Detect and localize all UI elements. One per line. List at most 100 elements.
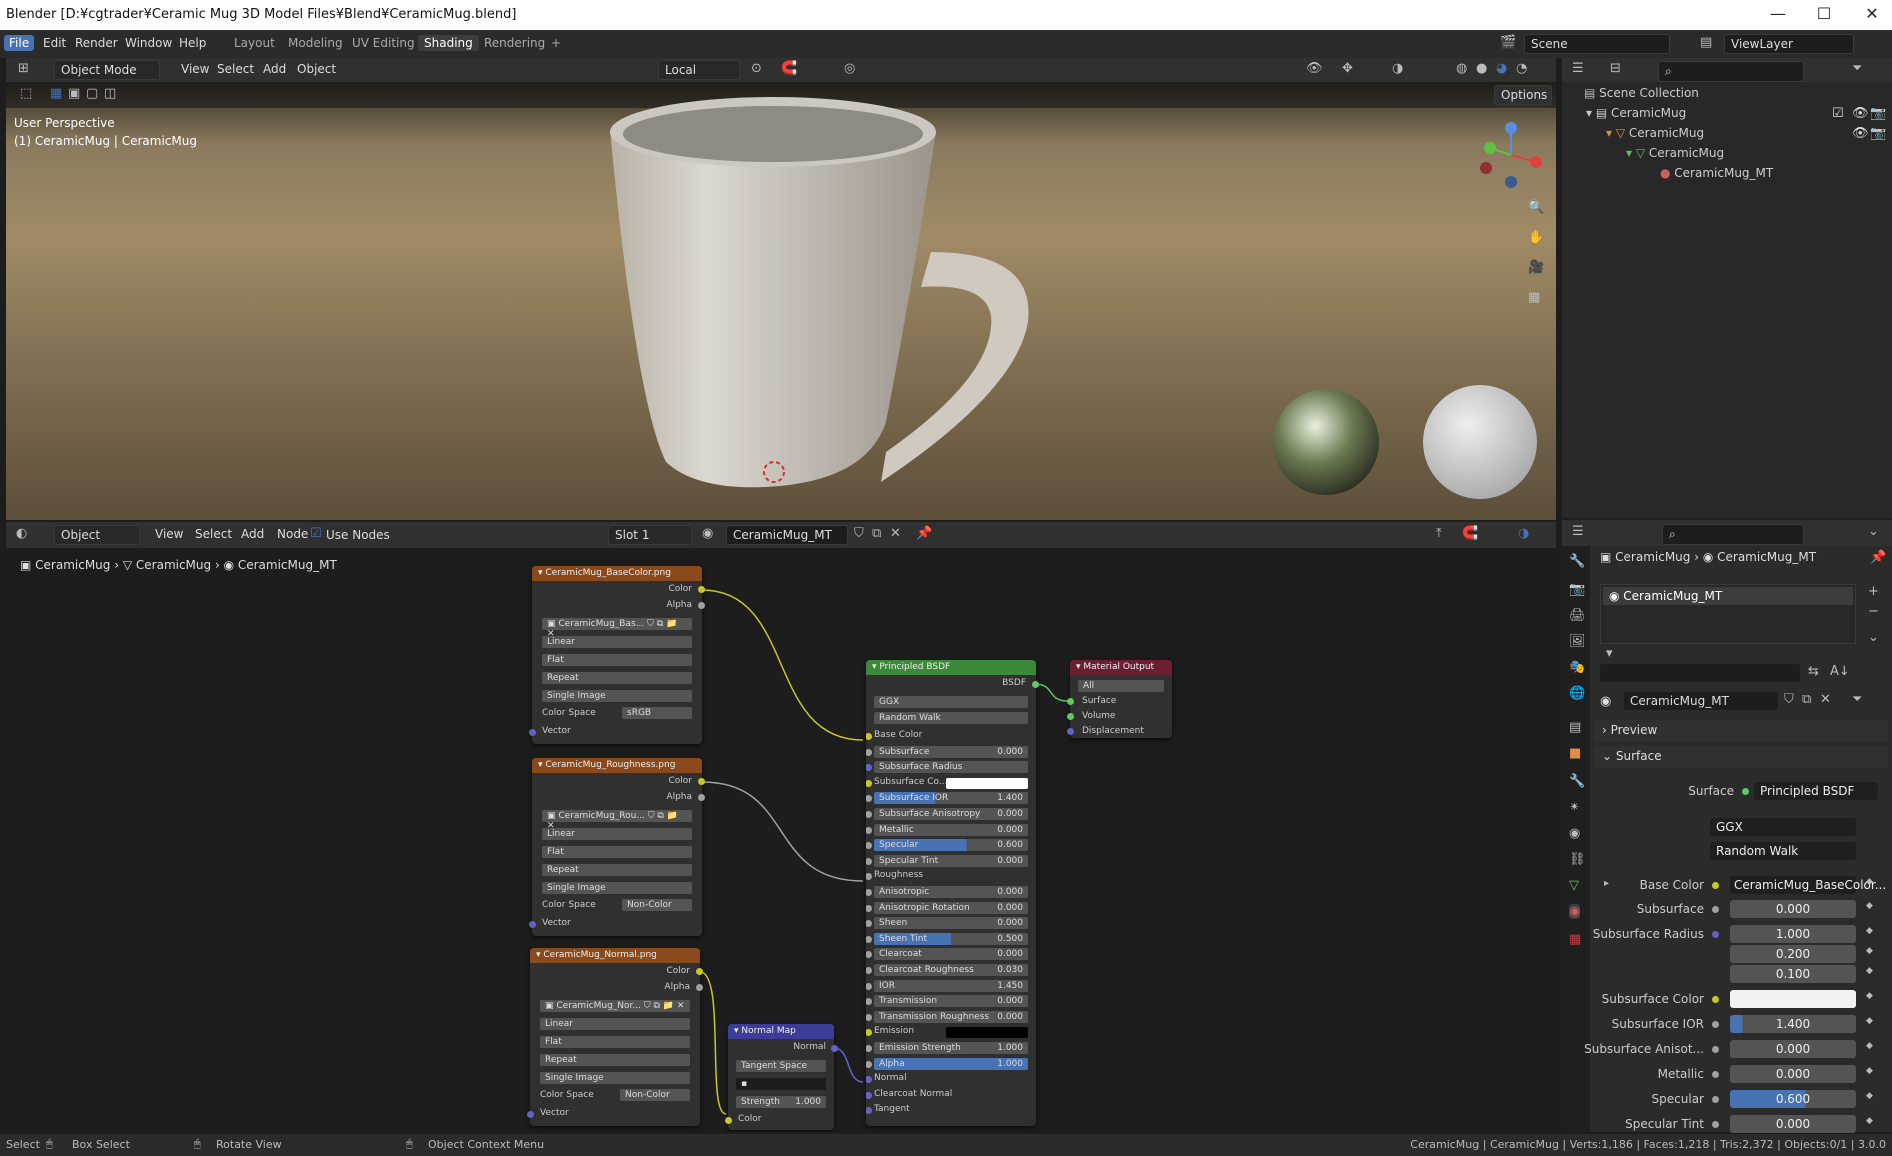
pin-icon[interactable]: 📌	[916, 526, 932, 541]
bsdf-field[interactable]: Alpha 1.000	[874, 1057, 1028, 1070]
socket[interactable]	[831, 1045, 838, 1052]
keyframe-icon[interactable]: ◆	[1866, 946, 1873, 956]
duplicate-icon[interactable]: ⧉	[1802, 692, 1811, 707]
browse-nodes-icon[interactable]: ⏷	[1852, 692, 1862, 707]
menu-window[interactable]: Window	[120, 35, 177, 51]
bsdf-field[interactable]: Emission Strength 1.000	[874, 1042, 1028, 1054]
source-dropdown[interactable]: Single Image	[542, 690, 692, 702]
world-tab-icon[interactable]: 🌐	[1569, 686, 1585, 701]
projection-dropdown[interactable]: Flat	[540, 1036, 690, 1048]
bsdf-field[interactable]: Anisotropic Rotation 0.000	[874, 901, 1028, 914]
keyframe-icon[interactable]: ◆	[1866, 877, 1873, 887]
bsdf-input-row[interactable]: Emission	[866, 1026, 1036, 1039]
socket[interactable]	[866, 1029, 872, 1037]
bsdf-field[interactable]: Subsurface 0.000	[874, 745, 1028, 758]
bsdf-input-row[interactable]: Clearcoat Roughness 0.030	[866, 964, 1036, 977]
node-menu-add[interactable]: Add	[236, 526, 269, 542]
property-field[interactable]: 0.000	[1730, 1115, 1856, 1133]
node-snap-icon[interactable]: 🧲	[1462, 526, 1478, 541]
socket[interactable]	[866, 889, 872, 896]
color-swatch[interactable]	[946, 1027, 1028, 1039]
socket[interactable]	[698, 778, 705, 785]
parent-node-icon[interactable]: ⤒	[1436, 526, 1442, 541]
socket-dot[interactable]	[1712, 931, 1719, 938]
bsdf-field[interactable]: Sheen 0.000	[874, 917, 1028, 930]
socket[interactable]	[1067, 728, 1074, 735]
bsdf-field[interactable]: Sheen Tint 0.500	[874, 932, 1028, 945]
image-texture-node-roughness[interactable]: ▾ CeramicMug_Roughness.png Color Alpha ▣…	[532, 758, 702, 936]
image-texture-node-basecolor[interactable]: ▾ CeramicMug_BaseColor.png Color Alpha ▣…	[532, 566, 702, 744]
bsdf-input-row[interactable]: Clearcoat 0.000	[866, 948, 1036, 961]
socket[interactable]	[866, 904, 872, 912]
bsdf-input-row[interactable]: Alpha 1.000	[866, 1057, 1036, 1071]
source-dropdown[interactable]: Single Image	[540, 1072, 690, 1084]
socket[interactable]	[1032, 681, 1039, 688]
maximize-button[interactable]: ☐	[1804, 4, 1844, 23]
display-mode-icon[interactable]: ⊟	[1610, 61, 1621, 76]
subsurface-method-dropdown[interactable]: Random Walk	[874, 712, 1028, 724]
material-tab-icon[interactable]: ◉	[1569, 904, 1581, 919]
socket[interactable]	[1067, 713, 1074, 720]
bsdf-input-row[interactable]: Base Color	[866, 730, 1036, 743]
properties-editor-icon[interactable]: ☰	[1572, 524, 1584, 539]
bsdf-input-row[interactable]: IOR 1.450	[866, 979, 1036, 993]
node-menu-view[interactable]: View	[150, 526, 188, 542]
bsdf-input-row[interactable]: Subsurface Anisotropy 0.000	[866, 808, 1036, 821]
socket[interactable]	[866, 764, 872, 772]
scene-collection-row[interactable]: ▤ Scene Collection	[1584, 86, 1699, 100]
camera-icon[interactable]: 📷	[1870, 126, 1886, 141]
node-overlay-icon[interactable]: ◑	[1518, 526, 1529, 541]
material-shading-icon[interactable]: ◕	[1496, 61, 1507, 76]
socket[interactable]	[866, 998, 872, 1006]
property-field[interactable]: 0.000	[1730, 1065, 1856, 1083]
editor-type-icon[interactable]: ⊞	[18, 61, 29, 76]
socket[interactable]	[696, 984, 703, 991]
property-field[interactable]: 0.000	[1730, 1040, 1856, 1058]
camera-icon[interactable]: 📷	[1870, 106, 1886, 121]
bsdf-input-row[interactable]: Transmission 0.000	[866, 995, 1036, 1008]
socket[interactable]	[866, 748, 872, 756]
bsdf-field[interactable]: Transmission 0.000	[874, 995, 1028, 1008]
bsdf-input-row[interactable]: Specular Tint 0.000	[866, 854, 1036, 868]
keyframe-icon[interactable]: ◆	[1866, 926, 1873, 936]
bsdf-field[interactable]: Subsurface IOR 1.400	[874, 792, 1028, 805]
socket[interactable]	[1067, 698, 1074, 705]
menu-object[interactable]: Object	[292, 61, 341, 77]
keyframe-icon[interactable]: ◆	[1866, 1116, 1873, 1126]
outliner-row-collection[interactable]: ▾ ▤ CeramicMug	[1586, 106, 1686, 120]
add-workspace-button[interactable]: +	[545, 35, 567, 51]
property-field[interactable]: 0.600	[1730, 1090, 1856, 1108]
keyframe-icon[interactable]: ◆	[1866, 901, 1873, 911]
extension-dropdown[interactable]: Repeat	[542, 672, 692, 684]
navigation-gizmo[interactable]	[1476, 120, 1546, 190]
node-menu-select[interactable]: Select	[190, 526, 237, 542]
proportional-edit-icon[interactable]: ◎	[844, 61, 855, 76]
socket-dot[interactable]	[1712, 1096, 1719, 1103]
remove-slot-icon[interactable]: −	[1868, 604, 1879, 619]
socket[interactable]	[698, 602, 705, 609]
close-button[interactable]: ✕	[1852, 4, 1892, 23]
bsdf-field[interactable]: Subsurface Radius	[874, 761, 1028, 774]
material-output-node[interactable]: ▾ Material Output All Surface Volume Dis…	[1070, 660, 1172, 738]
menu-select[interactable]: Select	[212, 61, 259, 77]
socket[interactable]	[725, 1117, 732, 1124]
keyframe-icon[interactable]: ◆	[1866, 991, 1873, 1001]
bsdf-field[interactable]: Specular Tint 0.000	[874, 854, 1028, 867]
tab-modeling[interactable]: Modeling	[282, 35, 349, 51]
image-texture-node-normal[interactable]: ▾ CeramicMug_Normal.png Color Alpha ▣ Ce…	[530, 948, 700, 1126]
tool-tab-icon[interactable]: 🔧	[1569, 554, 1585, 569]
sort-alpha-icon[interactable]: A↓	[1830, 664, 1850, 679]
socket[interactable]	[866, 935, 872, 943]
tab-layout[interactable]: Layout	[228, 35, 281, 51]
rendered-shading-icon[interactable]: ◔	[1516, 61, 1527, 76]
unlink-icon[interactable]: ✕	[1820, 692, 1831, 707]
menu-edit[interactable]: Edit	[38, 35, 71, 51]
socket[interactable]	[866, 873, 872, 881]
surface-shader-field[interactable]: Principled BSDF	[1754, 782, 1878, 800]
constraints-tab-icon[interactable]: ⛓	[1569, 852, 1586, 867]
outliner-row-object[interactable]: ▾ ▽ CeramicMug	[1606, 126, 1704, 140]
material-name-field[interactable]: CeramicMug_MT	[1624, 692, 1778, 710]
node-editor-canvas[interactable]: ▣ CeramicMug › ▽ CeramicMug › ◉ CeramicM…	[6, 548, 1556, 1132]
property-field[interactable]: CeramicMug_BaseColor...	[1730, 876, 1886, 894]
expand-icon[interactable]: ▸	[1604, 878, 1609, 889]
